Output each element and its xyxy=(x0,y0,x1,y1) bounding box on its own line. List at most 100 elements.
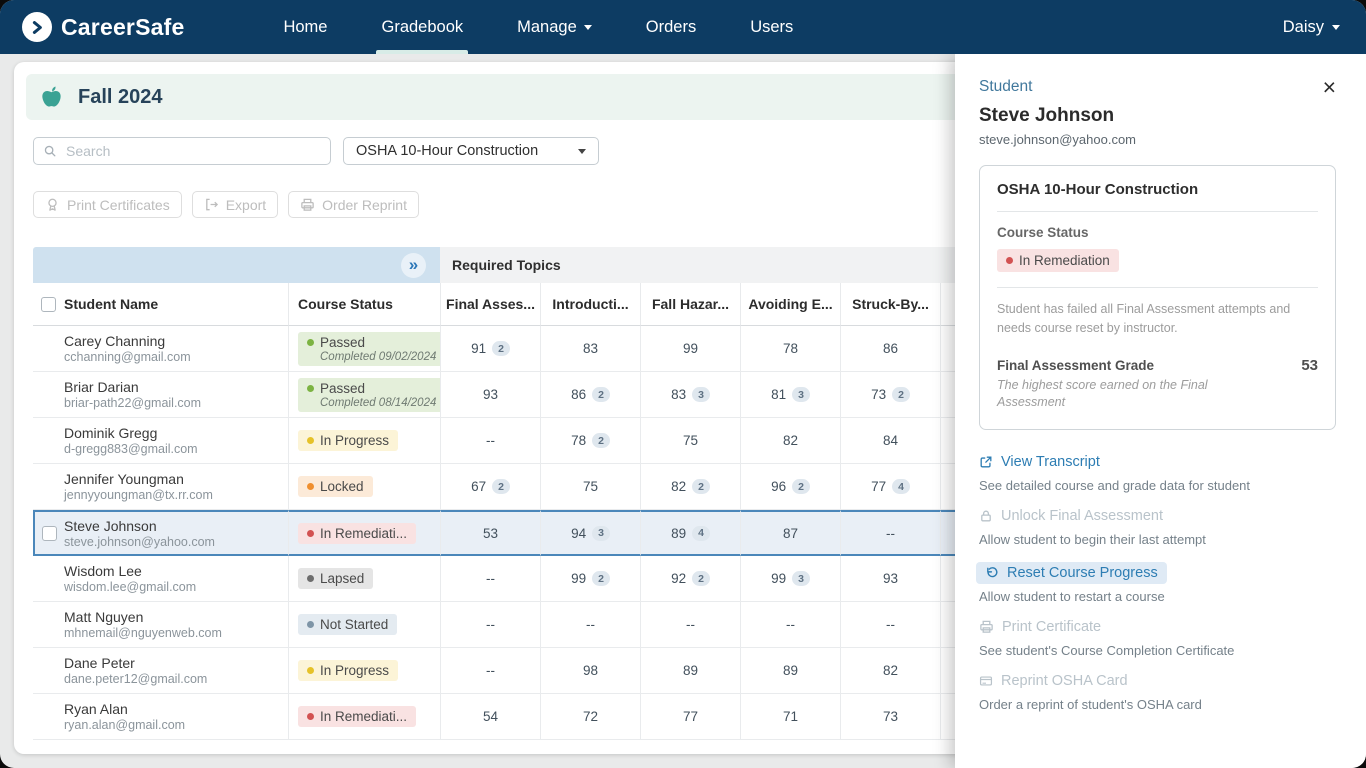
col-header-topic[interactable]: Fall Hazar... xyxy=(640,283,740,326)
search-input[interactable] xyxy=(33,137,331,165)
select-all-checkbox[interactable] xyxy=(41,297,56,312)
student-cell[interactable]: Wisdom Leewisdom.lee@gmail.com xyxy=(64,556,288,602)
col-header-topic[interactable]: Final Asses... xyxy=(440,283,540,326)
score-cell[interactable]: 862 xyxy=(540,372,640,418)
student-cell[interactable]: Dane Peterdane.peter12@gmail.com xyxy=(64,648,288,694)
status-cell[interactable]: Locked xyxy=(288,464,440,510)
score-cell[interactable]: 93 xyxy=(840,556,940,602)
score-cell[interactable]: 833 xyxy=(640,372,740,418)
status-cell[interactable]: PassedCompleted 08/14/2024 xyxy=(288,372,440,418)
score-cell[interactable]: 77 xyxy=(640,694,740,740)
print-certificates-button[interactable]: Print Certificates xyxy=(33,191,182,218)
print-certificate-button[interactable]: Print Certificate xyxy=(979,619,1101,635)
nav-item-home[interactable]: Home xyxy=(256,0,354,54)
status-cell[interactable]: Lapsed xyxy=(288,556,440,602)
score-cell[interactable]: 75 xyxy=(640,418,740,464)
score-cell[interactable]: -- xyxy=(440,418,540,464)
export-button[interactable]: Export xyxy=(192,191,278,218)
student-cell[interactable]: Carey Channingcchanning@gmail.com xyxy=(64,326,288,372)
score-cell[interactable]: 822 xyxy=(640,464,740,510)
score-cell[interactable]: 84 xyxy=(840,418,940,464)
score-cell[interactable]: 782 xyxy=(540,418,640,464)
score-cell[interactable]: 89 xyxy=(640,648,740,694)
score-cell[interactable]: 71 xyxy=(740,694,840,740)
col-header-student-name[interactable]: Student Name xyxy=(64,283,288,326)
score-cell[interactable]: 993 xyxy=(740,556,840,602)
status-cell[interactable]: PassedCompleted 09/02/2024 xyxy=(288,326,440,372)
score-cell[interactable]: 86 xyxy=(840,326,940,372)
score-cell[interactable]: 98 xyxy=(540,648,640,694)
student-actions: View TranscriptSee detailed course and g… xyxy=(979,454,1336,713)
nav-item-gradebook[interactable]: Gradebook xyxy=(354,0,490,54)
score-cell[interactable]: -- xyxy=(540,602,640,648)
score-cell[interactable]: 87 xyxy=(740,510,840,556)
score-cell[interactable]: 962 xyxy=(740,464,840,510)
user-menu[interactable]: Daisy xyxy=(1283,18,1340,37)
order-reprint-button[interactable]: Order Reprint xyxy=(288,191,419,218)
col-header-topic[interactable]: Introducti... xyxy=(540,283,640,326)
col-header-label: Final Asses... xyxy=(446,296,535,312)
score-cell[interactable]: 943 xyxy=(540,510,640,556)
score-cell[interactable]: -- xyxy=(440,602,540,648)
row-select-cell xyxy=(33,326,64,372)
status-cell[interactable]: In Remediati... xyxy=(288,694,440,740)
nav-item-users[interactable]: Users xyxy=(723,0,820,54)
score-cell[interactable]: 53 xyxy=(440,510,540,556)
student-cell[interactable]: Jennifer Youngmanjennyyoungman@tx.rr.com xyxy=(64,464,288,510)
score-value: 84 xyxy=(883,433,898,448)
status-cell[interactable]: In Progress xyxy=(288,648,440,694)
score-cell[interactable]: 922 xyxy=(640,556,740,602)
student-cell[interactable]: Dominik Greggd-gregg883@gmail.com xyxy=(64,418,288,464)
view-transcript-link[interactable]: View Transcript xyxy=(979,454,1100,470)
course-filter-select[interactable]: OSHA 10-Hour Construction xyxy=(343,137,599,165)
status-cell[interactable]: Not Started xyxy=(288,602,440,648)
score-cell[interactable]: 75 xyxy=(540,464,640,510)
score-cell[interactable]: 72 xyxy=(540,694,640,740)
score-cell[interactable]: 54 xyxy=(440,694,540,740)
student-cell[interactable]: Ryan Alanryan.alan@gmail.com xyxy=(64,694,288,740)
close-icon[interactable]: × xyxy=(1323,78,1336,96)
student-cell[interactable]: Steve Johnsonsteve.johnson@yahoo.com xyxy=(64,510,288,556)
brand[interactable]: CareerSafe xyxy=(22,12,184,42)
score-cell[interactable]: -- xyxy=(640,602,740,648)
unlock-final-assessment-button[interactable]: Unlock Final Assessment xyxy=(979,508,1163,524)
student-cell[interactable]: Matt Nguyenmhnemail@nguyenweb.com xyxy=(64,602,288,648)
score-cell[interactable]: 672 xyxy=(440,464,540,510)
score-cell[interactable]: 83 xyxy=(540,326,640,372)
score-cell[interactable]: 774 xyxy=(840,464,940,510)
col-header-topic[interactable]: Struck-By... xyxy=(840,283,940,326)
col-header-course-status[interactable]: Course Status xyxy=(288,283,440,326)
score-cell[interactable]: 894 xyxy=(640,510,740,556)
nav-item-manage[interactable]: Manage xyxy=(490,0,619,54)
score-cell[interactable]: 992 xyxy=(540,556,640,602)
col-header-topic[interactable]: Avoiding E... xyxy=(740,283,840,326)
score-cell[interactable]: 813 xyxy=(740,372,840,418)
score-cell[interactable]: -- xyxy=(440,556,540,602)
score-cell[interactable]: 93 xyxy=(440,372,540,418)
status-badge: In Progress xyxy=(298,430,398,451)
score-cell[interactable]: -- xyxy=(740,602,840,648)
reprint-osha-card-button[interactable]: Reprint OSHA Card xyxy=(979,673,1128,689)
score-cell[interactable]: 82 xyxy=(840,648,940,694)
score-cell[interactable]: 912 xyxy=(440,326,540,372)
score-cell[interactable]: 732 xyxy=(840,372,940,418)
score-cell[interactable]: 73 xyxy=(840,694,940,740)
student-name: Carey Channing xyxy=(64,333,165,349)
score-cell[interactable]: -- xyxy=(440,648,540,694)
score-cell[interactable]: 89 xyxy=(740,648,840,694)
status-cell[interactable]: In Progress xyxy=(288,418,440,464)
score-cell[interactable]: 82 xyxy=(740,418,840,464)
reset-course-progress-button[interactable]: Reset Course Progress xyxy=(976,562,1167,584)
status-dot-icon xyxy=(307,483,314,490)
student-cell[interactable]: Briar Darianbriar-path22@gmail.com xyxy=(64,372,288,418)
score-cell[interactable]: 78 xyxy=(740,326,840,372)
status-cell[interactable]: In Remediati... xyxy=(288,510,440,556)
export-icon xyxy=(204,197,219,212)
nav-item-orders[interactable]: Orders xyxy=(619,0,723,54)
score-cell[interactable]: -- xyxy=(840,510,940,556)
score-value: -- xyxy=(486,433,495,448)
row-checkbox[interactable] xyxy=(42,526,57,541)
expand-columns-button[interactable]: » xyxy=(401,253,426,278)
score-cell[interactable]: 99 xyxy=(640,326,740,372)
score-cell[interactable]: -- xyxy=(840,602,940,648)
